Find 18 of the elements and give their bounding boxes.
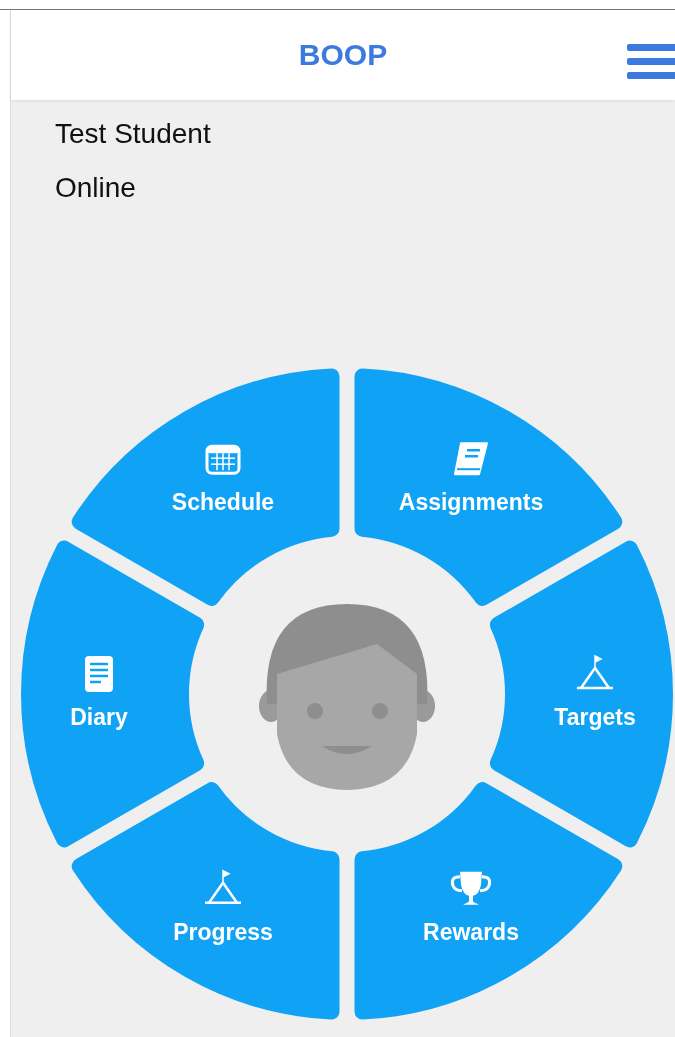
- avatar-icon: [259, 604, 435, 790]
- menu-tile[interactable]: Diary: [21, 540, 205, 848]
- status-text: Online: [55, 171, 136, 205]
- menu-tile[interactable]: Progress: [71, 782, 340, 1020]
- calendar-icon: [205, 444, 241, 475]
- menu-button[interactable]: [627, 43, 675, 81]
- mountain-flag-icon: [203, 869, 243, 905]
- document-icon: [85, 656, 113, 692]
- student-name: Test Student: [55, 117, 211, 151]
- menu-tile[interactable]: Rewards: [354, 782, 623, 1020]
- menu-icon: [627, 43, 675, 81]
- mountain-flag-icon: [575, 654, 615, 690]
- app-title: BOOP: [298, 38, 388, 72]
- menu-tile[interactable]: Assignments: [354, 368, 623, 606]
- trophy-icon: [450, 871, 492, 905]
- menu-tile[interactable]: Schedule: [71, 368, 340, 606]
- menu-tile[interactable]: Targets: [489, 540, 673, 848]
- book-icon: [454, 442, 488, 476]
